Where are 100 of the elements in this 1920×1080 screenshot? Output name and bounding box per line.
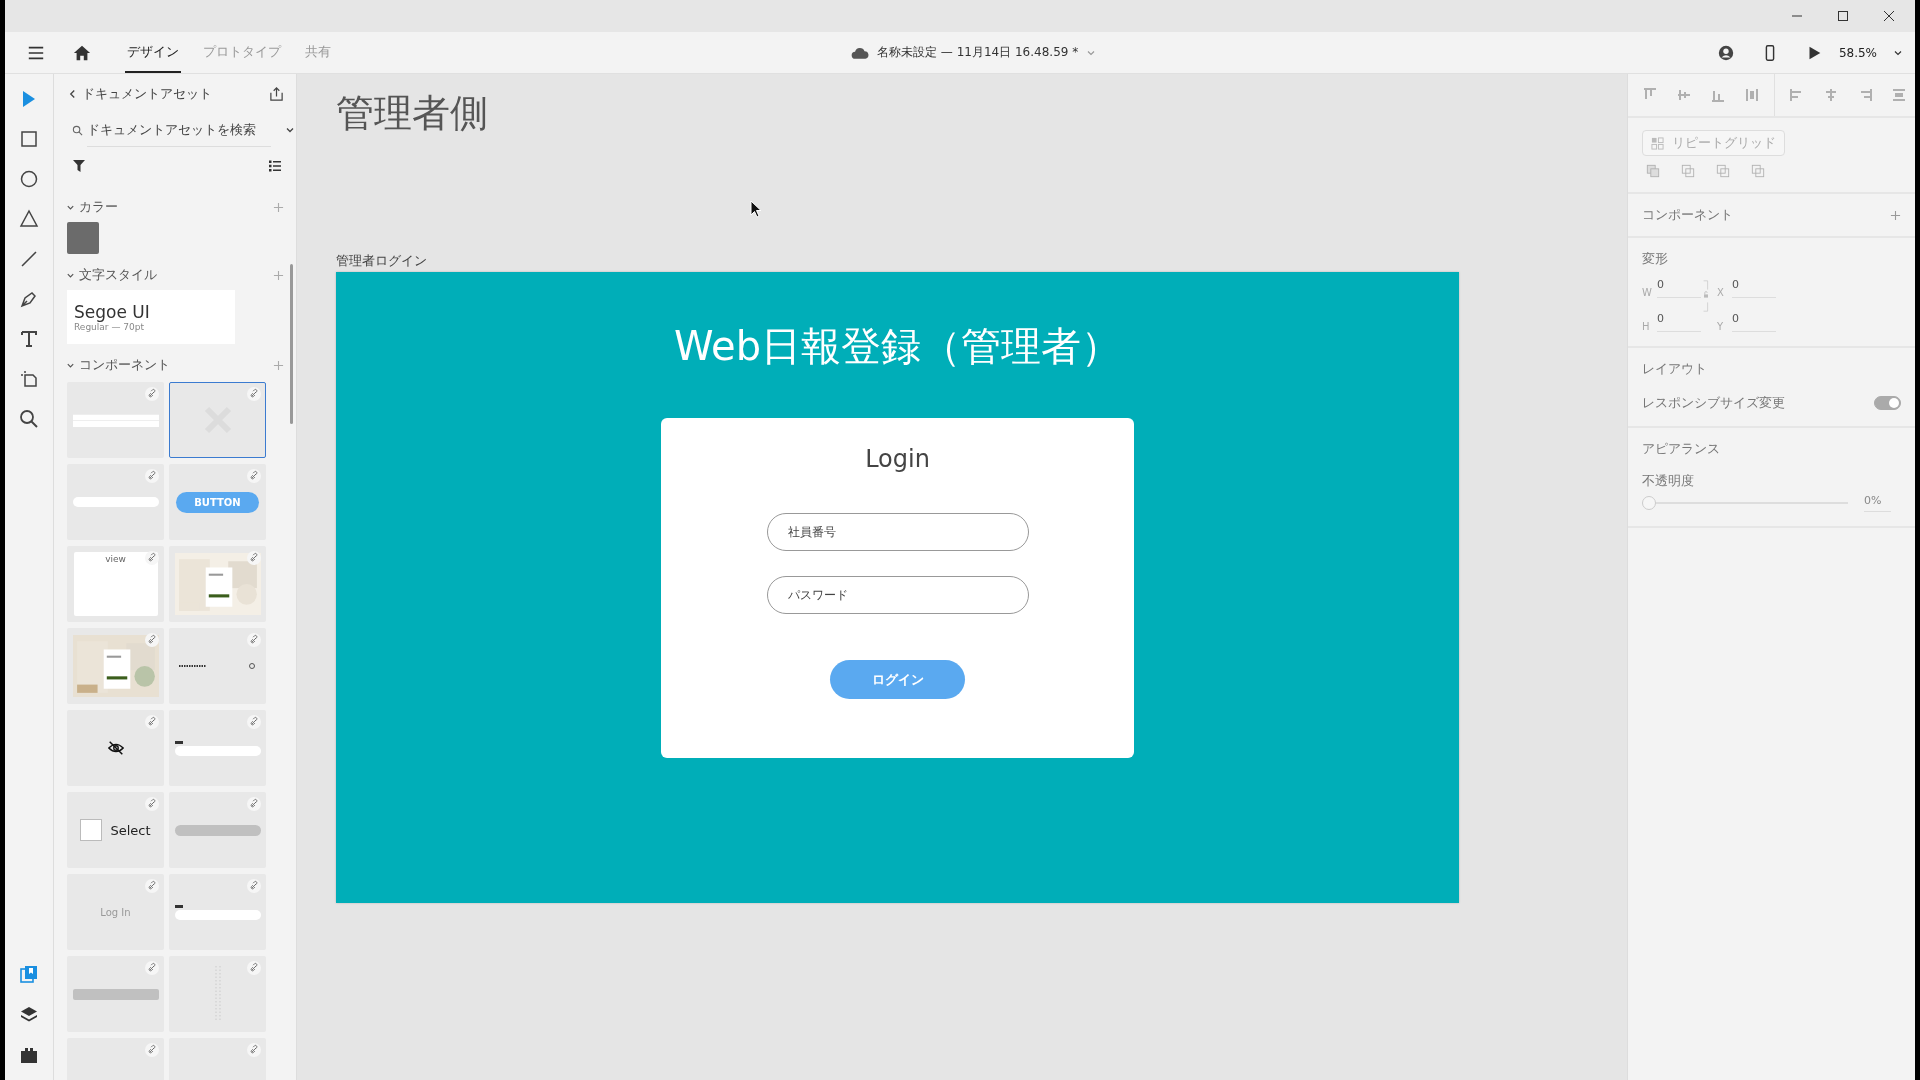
input-field[interactable]: 社員番号 <box>766 513 1029 551</box>
boolean-icon[interactable] <box>1716 164 1730 178</box>
section-title[interactable]: 文字スタイル <box>79 266 269 284</box>
link-icon <box>247 633 261 647</box>
section-title[interactable]: コンポーネント <box>79 356 269 374</box>
input-field[interactable]: パスワード <box>766 576 1029 614</box>
filter-icon[interactable] <box>72 159 86 173</box>
component-thumbnail[interactable] <box>169 710 266 786</box>
checkbox-label: Select <box>110 822 151 838</box>
add-icon[interactable] <box>273 269 284 281</box>
section-title: レイアウト <box>1642 360 1707 378</box>
card-title: Login <box>865 444 930 474</box>
close-icon[interactable] <box>1883 10 1895 22</box>
link-icon <box>145 387 159 401</box>
component-thumbnail[interactable]: view <box>67 546 164 622</box>
value-field[interactable]: 0 <box>1657 312 1701 332</box>
link-icon <box>247 1043 261 1057</box>
text-style-card[interactable]: Segoe UI Regular — 70pt <box>67 290 235 344</box>
component-thumbnail[interactable] <box>169 628 266 704</box>
responsive-toggle[interactable] <box>1874 396 1901 410</box>
list-view-icon[interactable] <box>268 159 282 173</box>
search-icon <box>72 124 83 136</box>
value-field[interactable]: 0 <box>1732 312 1776 332</box>
component-thumbnail[interactable] <box>169 546 266 622</box>
rectangle-icon[interactable] <box>18 128 40 150</box>
section-title: 変形 <box>1642 250 1668 268</box>
component-thumbnail[interactable] <box>169 874 266 950</box>
zoom-icon[interactable] <box>18 408 40 430</box>
field-label: Y <box>1717 321 1725 332</box>
user-icon[interactable] <box>1716 43 1735 62</box>
assets-icon[interactable] <box>18 964 40 986</box>
artboard-icon[interactable] <box>18 368 40 390</box>
text-tool-icon[interactable] <box>18 328 40 350</box>
boolean-icon[interactable] <box>1751 164 1765 178</box>
link-icon <box>145 633 159 647</box>
value-field[interactable]: 0 <box>1657 278 1701 298</box>
link-icon <box>247 797 261 811</box>
mode-tab[interactable]: デザイン <box>125 32 181 73</box>
hidden-eye-icon <box>106 739 125 757</box>
artboard-name[interactable]: 管理者ログイン <box>336 252 1627 269</box>
cloud-icon <box>851 46 869 59</box>
link-icon <box>247 387 261 401</box>
link-icon <box>145 715 159 729</box>
link-icon <box>247 961 261 975</box>
boolean-icon[interactable] <box>1681 164 1695 178</box>
align-icon[interactable] <box>1676 87 1692 103</box>
font-detail: Regular — 70pt <box>74 322 145 332</box>
section-title: アピアランス <box>1642 440 1720 458</box>
share-icon[interactable] <box>269 86 284 102</box>
maximize-icon[interactable] <box>1837 10 1849 22</box>
view-preview: view <box>73 552 158 616</box>
value-field[interactable]: 0 <box>1732 278 1776 298</box>
chevron-icon[interactable] <box>285 125 295 135</box>
font-name: Segoe UI <box>74 302 151 322</box>
add-icon[interactable] <box>273 201 284 213</box>
add-icon[interactable] <box>1890 209 1901 221</box>
page-title: 管理者側 <box>336 90 489 137</box>
link-icon <box>247 715 261 729</box>
link-icon <box>247 469 261 483</box>
align-icon[interactable] <box>1823 87 1839 103</box>
component-thumbnail[interactable]: Select <box>67 792 164 868</box>
ellipse-icon[interactable] <box>18 168 40 190</box>
link-icon <box>145 961 159 975</box>
button-preview: BUTTON <box>176 491 259 513</box>
toggle-label: レスポンシブサイズ変更 <box>1642 394 1785 412</box>
component-thumbnail[interactable] <box>67 956 164 1032</box>
link-icon <box>145 551 159 565</box>
field-label: H <box>1642 321 1651 332</box>
color-swatch[interactable] <box>67 222 99 254</box>
add-icon[interactable] <box>273 359 284 371</box>
align-icon[interactable] <box>1744 87 1760 103</box>
component-thumbnail[interactable] <box>169 382 266 458</box>
component-thumbnail[interactable] <box>67 710 164 786</box>
zoom-level[interactable]: 58.5% <box>1838 45 1877 60</box>
triangle-icon[interactable] <box>18 208 40 230</box>
slider-label: 不透明度 <box>1642 472 1694 490</box>
component-thumbnail[interactable] <box>169 792 266 868</box>
boolean-icon[interactable] <box>1646 164 1660 178</box>
field-label: W <box>1642 287 1651 298</box>
home-icon[interactable] <box>73 43 91 62</box>
component-thumbnail[interactable] <box>169 956 266 1032</box>
link-icon <box>145 797 159 811</box>
grid-icon <box>1651 136 1664 150</box>
cursor-icon <box>750 200 762 218</box>
component-thumbnail[interactable] <box>67 382 164 458</box>
document-title: 名称未設定 — 11月14日 16.48.59 * <box>877 44 1079 61</box>
back-icon[interactable] <box>69 89 76 99</box>
link-icon <box>247 551 261 565</box>
link-icon <box>145 1043 159 1057</box>
align-icon[interactable] <box>1891 87 1907 103</box>
panel-title: ドキュメントアセット <box>82 85 213 103</box>
component-thumbnail[interactable] <box>67 628 164 704</box>
link-icon <box>145 879 159 893</box>
link-icon <box>247 879 261 893</box>
component-thumbnail[interactable] <box>67 464 164 540</box>
heading: Web日報登録（管理者） <box>673 322 1122 370</box>
field-label: X <box>1717 287 1725 298</box>
section-title[interactable]: カラー <box>79 198 269 216</box>
text-preview: Log In <box>100 906 131 918</box>
search-field[interactable]: ドキュメントアセットを検索 <box>87 113 271 147</box>
